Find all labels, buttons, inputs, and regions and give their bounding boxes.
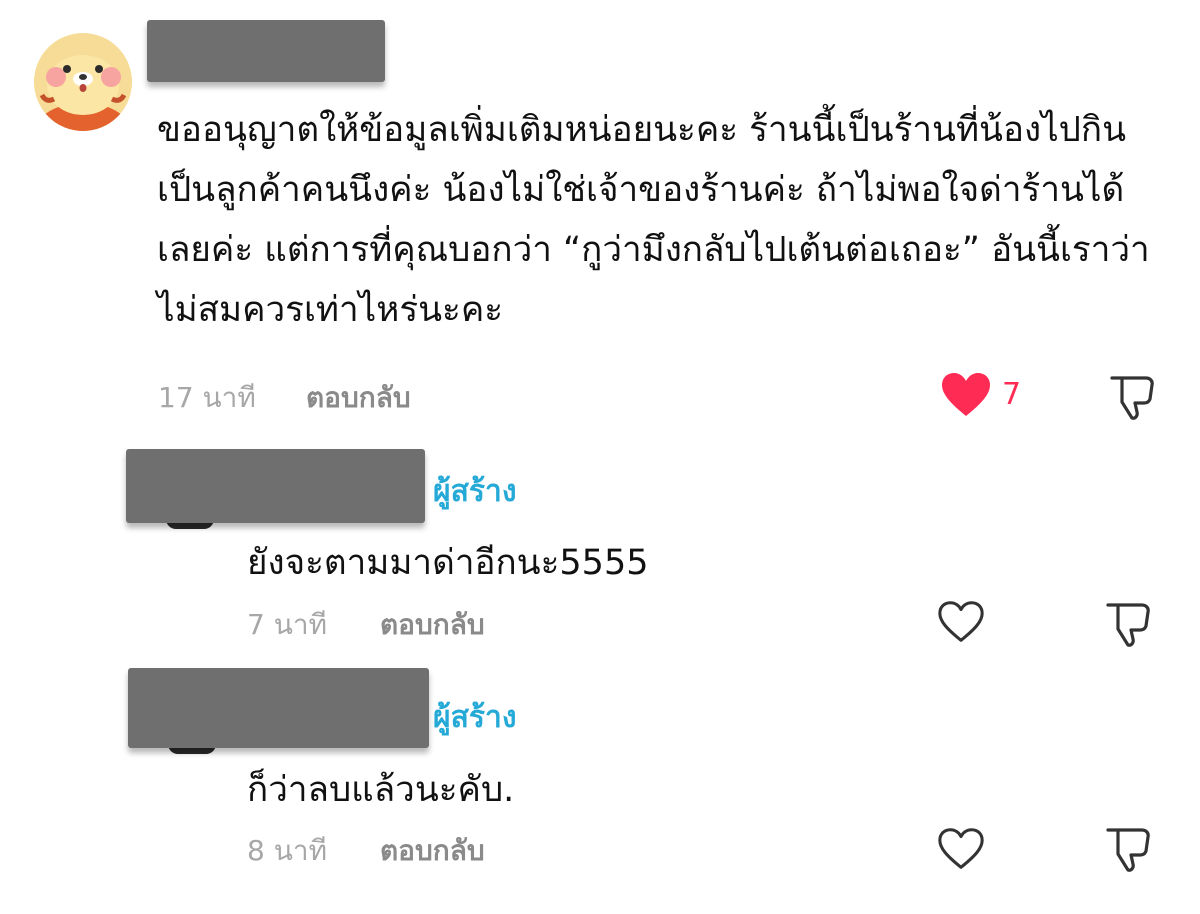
heart-outline-icon bbox=[938, 601, 984, 642]
like-button[interactable] bbox=[936, 599, 986, 649]
dislike-button[interactable] bbox=[1108, 372, 1158, 426]
comment-text: ขออนุญาตให้ข้อมูลเพิ่มเติมหน่อยนะคะ ร้าน… bbox=[157, 110, 1150, 330]
dislike-button[interactable] bbox=[1104, 824, 1154, 878]
commenter-avatar[interactable] bbox=[34, 33, 132, 131]
thumbs-down-icon bbox=[1106, 603, 1150, 647]
comment-thread: ขออนุญาตให้ข้อมูลเพิ่มเติมหน่อยนะคะ ร้าน… bbox=[0, 0, 1200, 914]
like-count: 7 bbox=[1002, 377, 1022, 412]
heart-filled-icon bbox=[942, 373, 990, 416]
like-button[interactable] bbox=[936, 826, 986, 876]
reply-timestamp: 8 นาที bbox=[247, 834, 328, 867]
redacted-username bbox=[128, 668, 429, 748]
thumbs-down-icon bbox=[1110, 376, 1154, 420]
reply-button[interactable]: ตอบกลับ bbox=[380, 829, 485, 873]
creator-badge: ผู้สร้าง bbox=[433, 700, 517, 735]
reply-timestamp: 7 นาที bbox=[247, 608, 328, 641]
creator-badge: ผู้สร้าง bbox=[433, 474, 517, 509]
thumbs-down-icon bbox=[1106, 828, 1150, 872]
comment-timestamp: 17 นาที bbox=[158, 381, 256, 414]
redacted-username bbox=[126, 449, 425, 523]
like-button[interactable] bbox=[940, 372, 992, 422]
dislike-button[interactable] bbox=[1104, 599, 1154, 653]
reply-button[interactable]: ตอบกลับ bbox=[380, 603, 485, 647]
reply-button[interactable]: ตอบกลับ bbox=[306, 376, 411, 420]
reply-text: ก็ว่าลบแล้วนะคับ. bbox=[247, 770, 515, 810]
heart-outline-icon bbox=[938, 828, 984, 869]
redacted-username bbox=[147, 20, 385, 82]
cartoon-animal-avatar-icon bbox=[34, 33, 132, 131]
reply-text: ยังจะตามมาด่าอีกนะ5555 bbox=[247, 543, 649, 583]
